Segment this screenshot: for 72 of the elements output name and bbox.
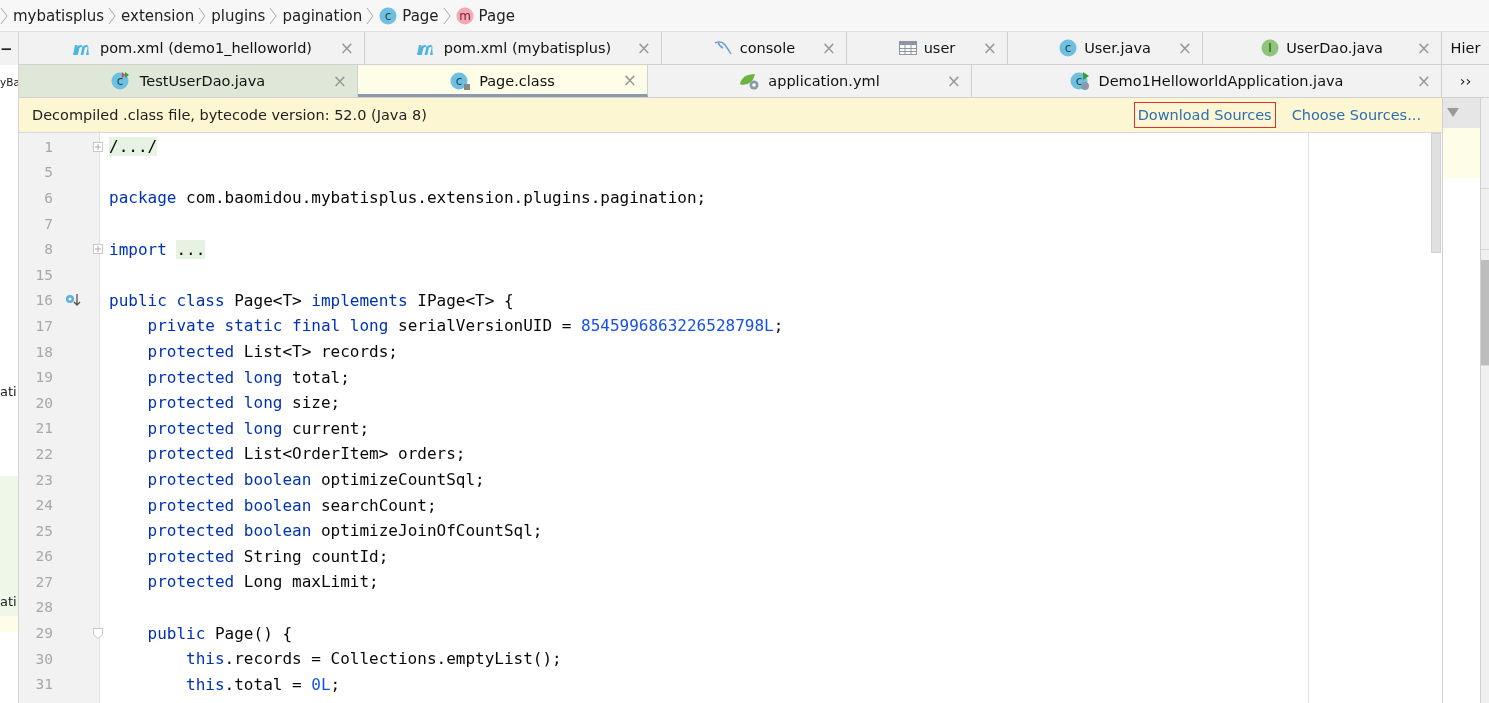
code-line: this.total = 0L; xyxy=(185,674,341,694)
code-line: import ... xyxy=(109,239,206,259)
line-number: 15 xyxy=(34,266,53,283)
chevron-icon xyxy=(198,5,208,26)
line-number: 19 xyxy=(34,369,53,386)
chevron-icon xyxy=(442,5,452,26)
line-number: 8 xyxy=(43,241,53,258)
chevron-icon xyxy=(108,5,118,26)
code-line: protected boolean optimizeCountSql; xyxy=(146,470,485,489)
code-line: protected long size; xyxy=(146,393,341,413)
expand-icon[interactable] xyxy=(93,244,103,255)
source-link[interactable]: Download Sources xyxy=(1133,102,1276,128)
breadcrumb-item[interactable]: plugins xyxy=(211,6,266,25)
line-number: 7 xyxy=(43,215,53,232)
line-number: 17 xyxy=(34,317,53,334)
decompiled-notice: Decompiled .class file, bytecode version: 52.0 (Java 8) xyxy=(32,107,428,123)
line-number: 30 xyxy=(34,650,53,667)
code-line: protected boolean optimizeJoinOfCountSql; xyxy=(146,521,543,541)
line-number: 26 xyxy=(34,548,53,565)
interface-icon: I xyxy=(1261,39,1280,57)
panel-text: ati xyxy=(0,593,17,609)
line-number: 31 xyxy=(34,676,53,693)
class-icon: c xyxy=(379,6,398,25)
fold-marker-icon[interactable] xyxy=(93,627,103,639)
scrollbar-thumb[interactable] xyxy=(1431,133,1441,253)
code-line: package com.baomidou.mybatisplus.extension.plugins.pagination; xyxy=(109,188,707,208)
chevron-icon xyxy=(366,5,376,26)
breadcrumb-item[interactable]: mybatisplus xyxy=(13,6,105,25)
line-number: 28 xyxy=(34,599,53,616)
line-number: 1 xyxy=(43,138,53,155)
line-number: 27 xyxy=(34,573,53,590)
line-number: 24 xyxy=(34,497,53,514)
panel-text: ati xyxy=(0,383,17,399)
breadcrumb-item[interactable]: extension xyxy=(121,6,195,25)
breadcrumb-item[interactable]: m Page xyxy=(455,6,515,25)
dropdown-icon[interactable] xyxy=(1447,108,1459,118)
dolphin-icon xyxy=(712,40,733,56)
code-line: private static final long serialVersionUID = 8545996863226528798L; xyxy=(146,316,784,336)
line-number: 6 xyxy=(43,190,53,206)
breadcrumb-item[interactable]: pagination xyxy=(282,6,363,25)
editor-tab[interactable]: c TestUserDao.java × xyxy=(19,65,358,97)
line-number: 25 xyxy=(34,522,53,539)
tool-window-tab[interactable] xyxy=(1481,260,1489,366)
line-number: 23 xyxy=(34,471,53,488)
line-number: 21 xyxy=(34,420,53,437)
code-line: public Page() { xyxy=(146,623,293,643)
code-line: protected List<T> records; xyxy=(146,342,398,362)
breadcrumb-item[interactable]: c Page xyxy=(379,6,439,25)
code-line: public class Page<T> implements IPage<T> { xyxy=(109,290,514,310)
class-icon: c xyxy=(1059,39,1078,57)
code-line: protected long current; xyxy=(146,418,370,438)
line-number: 5 xyxy=(43,164,53,181)
chevron-icon xyxy=(269,5,279,26)
editor-tab[interactable]: c Page.class × xyxy=(358,65,648,97)
line-number: 16 xyxy=(34,292,53,309)
side-panel-highlight xyxy=(1443,128,1480,178)
line-number: 20 xyxy=(34,394,53,411)
code-line: protected List<OrderItem> orders; xyxy=(146,444,466,464)
method-icon: m xyxy=(455,6,474,25)
table-icon xyxy=(898,40,917,56)
expand-icon[interactable] xyxy=(93,141,103,152)
panel-text: yBa xyxy=(0,75,18,88)
code-line: protected Long maxLimit; xyxy=(146,572,379,592)
code-line: protected String countId; xyxy=(146,546,389,566)
line-number: 18 xyxy=(34,343,53,360)
chevron-icon xyxy=(0,5,9,26)
line-number: 22 xyxy=(34,445,53,462)
source-link[interactable]: Choose Sources... xyxy=(1287,102,1425,128)
code-line: protected long total; xyxy=(146,367,350,387)
line-number: 29 xyxy=(34,625,53,642)
code-line: protected boolean searchCount; xyxy=(146,495,437,515)
code-line: this.records = Collections.emptyList(); xyxy=(185,649,562,669)
